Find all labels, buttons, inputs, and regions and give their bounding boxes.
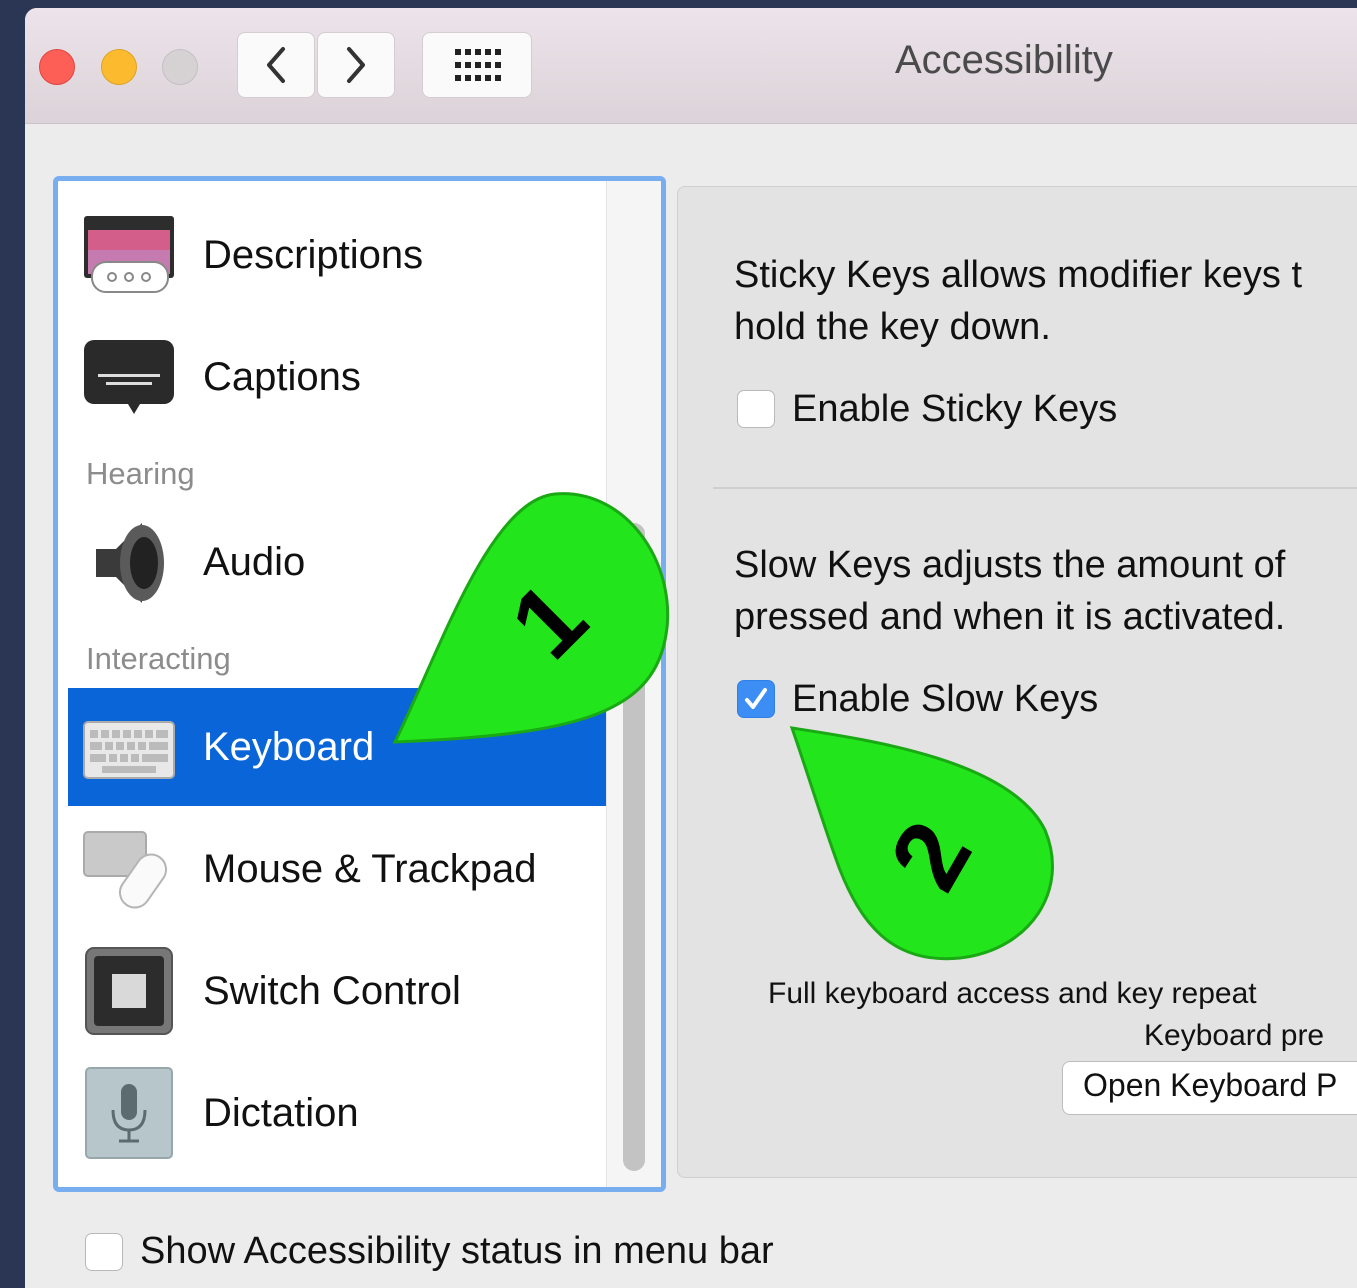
- minimize-window-button[interactable]: [101, 49, 137, 85]
- zoom-window-button[interactable]: [162, 49, 198, 85]
- checkmark-icon: [745, 688, 767, 709]
- preferences-window: Accessibility Descriptions Captions Hear…: [25, 8, 1357, 1288]
- sidebar-item-label: Keyboard: [203, 724, 375, 769]
- open-keyboard-preferences-button[interactable]: Open Keyboard P: [1062, 1061, 1357, 1115]
- back-button[interactable]: [237, 32, 315, 98]
- title-bar: Accessibility: [25, 8, 1357, 124]
- captions-icon: [84, 340, 174, 414]
- slow-keys-description-2: pressed and when it is activated.: [734, 596, 1286, 638]
- slow-keys-description: Slow Keys adjusts the amount of: [734, 544, 1286, 586]
- chevron-left-icon: [267, 47, 285, 83]
- sidebar-item-label: Dictation: [203, 1090, 359, 1135]
- sidebar-item-label: Switch Control: [203, 968, 461, 1013]
- section-divider: [713, 487, 1357, 489]
- section-header-interacting: Interacting: [86, 641, 231, 676]
- sticky-keys-description-2: hold the key down.: [734, 306, 1051, 348]
- enable-slow-keys-checkbox[interactable]: [737, 680, 775, 718]
- keyboard-preferences-note: Full keyboard access and key repeat: [768, 977, 1257, 1010]
- mouse-trackpad-icon: [83, 831, 168, 909]
- audio-speaker-icon: [96, 523, 164, 603]
- window-title: Accessibility: [895, 38, 1113, 82]
- sidebar-item-mouse-trackpad[interactable]: Mouse & Trackpad: [68, 810, 608, 928]
- enable-sticky-keys-label[interactable]: Enable Sticky Keys: [792, 383, 1117, 435]
- switch-control-icon: [85, 947, 173, 1035]
- sidebar-item-label: Captions: [203, 354, 361, 399]
- sidebar-item-label: Mouse & Trackpad: [203, 846, 537, 891]
- sidebar-item-dictation[interactable]: Dictation: [68, 1054, 608, 1172]
- grid-icon: [455, 49, 501, 81]
- keyboard-icon: [83, 721, 175, 779]
- callout-2-annotation: 2: [789, 726, 1054, 961]
- show-status-menu-bar-checkbox[interactable]: [85, 1233, 123, 1271]
- sidebar-item-captions[interactable]: Captions: [68, 318, 608, 436]
- keyboard-preferences-note-2: Keyboard pre: [1144, 1019, 1325, 1052]
- sidebar-item-switch-control[interactable]: Switch Control: [68, 932, 608, 1050]
- sidebar-item-label: Descriptions: [203, 232, 424, 277]
- callout-1-annotation: 1: [392, 492, 670, 744]
- section-header-hearing: Hearing: [86, 456, 195, 491]
- sticky-keys-description: Sticky Keys allows modifier keys t: [734, 254, 1303, 296]
- enable-slow-keys-label[interactable]: Enable Slow Keys: [792, 673, 1098, 725]
- close-window-button[interactable]: [39, 49, 75, 85]
- chevron-right-icon: [347, 47, 365, 83]
- keyboard-settings-panel: Sticky Keys allows modifier keys t hold …: [677, 186, 1357, 1178]
- descriptions-icon: [84, 216, 174, 293]
- enable-sticky-keys-checkbox[interactable]: [737, 390, 775, 428]
- sidebar-item-label: Audio: [203, 539, 306, 584]
- forward-button[interactable]: [317, 32, 395, 98]
- show-all-button[interactable]: [422, 32, 532, 98]
- microphone-icon: [85, 1067, 173, 1159]
- show-status-menu-bar-label[interactable]: Show Accessibility status in menu bar: [140, 1230, 774, 1273]
- sidebar-item-descriptions[interactable]: Descriptions: [68, 196, 608, 314]
